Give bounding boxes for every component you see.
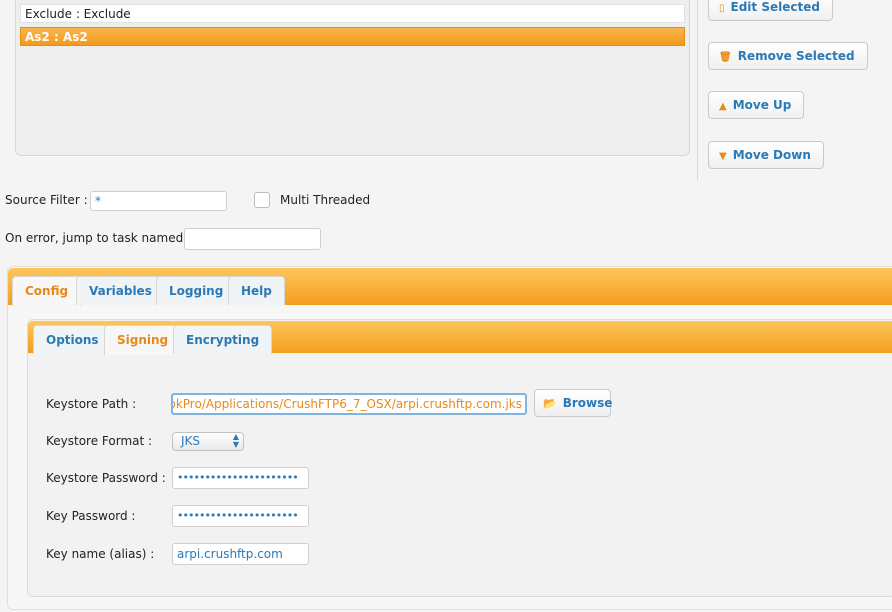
tab-logging[interactable]: Logging — [156, 276, 237, 305]
triangle-down-icon: ▼ — [719, 151, 727, 162]
key-name-input[interactable]: arpi.crushftp.com — [172, 543, 309, 565]
move-down-label: Move Down — [732, 148, 811, 162]
tab-config[interactable]: Config — [12, 276, 82, 306]
list-item-selected[interactable]: As2 : As2 — [20, 27, 685, 46]
folder-icon: 📂 — [543, 397, 557, 410]
tab-help[interactable]: Help — [228, 276, 285, 305]
tab-options[interactable]: Options — [33, 325, 112, 354]
keystore-format-value: JKS — [181, 434, 201, 448]
browse-label: Browse — [562, 396, 613, 410]
tab-variables[interactable]: Variables — [76, 276, 165, 305]
document-icon: ▯ — [719, 3, 725, 14]
move-up-label: Move Up — [732, 98, 792, 112]
source-filter-input[interactable]: * — [90, 191, 227, 211]
keystore-password-input[interactable]: •••••••••••••••••••••• — [172, 467, 309, 489]
multi-threaded-checkbox[interactable] — [254, 192, 270, 208]
list-item[interactable]: Exclude : Exclude — [20, 4, 685, 23]
key-name-label: Key name (alias) : — [46, 547, 155, 561]
source-filter-label: Source Filter : — [5, 193, 88, 207]
keystore-path-input[interactable]: BookPro/Applications/CrushFTP6_7_OSX/arp… — [171, 393, 527, 415]
keystore-password-label: Keystore Password : — [46, 471, 166, 485]
multi-threaded-label: Multi Threaded — [280, 193, 371, 207]
on-error-label: On error, jump to task named : — [5, 231, 192, 245]
edit-selected-label: Edit Selected — [730, 0, 820, 14]
keystore-path-label: Keystore Path : — [46, 397, 137, 411]
signing-panel — [27, 319, 892, 597]
move-down-button[interactable]: ▼ Move Down — [708, 141, 824, 169]
keystore-format-label: Keystore Format : — [46, 434, 153, 448]
keystore-format-select[interactable]: JKS ▲ ▼ — [172, 432, 244, 451]
updown-arrows-icon: ▲ ▼ — [232, 432, 239, 449]
browse-button[interactable]: 📂 Browse — [534, 389, 613, 417]
tab-signing[interactable]: Signing — [104, 325, 182, 355]
remove-selected-button[interactable]: 🗑 Remove Selected — [708, 42, 868, 70]
keystore-path-value: BookPro/Applications/CrushFTP6_7_OSX/arp… — [171, 397, 522, 411]
on-error-input[interactable] — [184, 228, 321, 250]
key-password-input[interactable]: •••••••••••••••••••••• — [172, 505, 309, 527]
key-password-label: Key Password : — [46, 509, 136, 523]
tab-encrypting[interactable]: Encrypting — [173, 325, 273, 354]
vertical-divider — [697, 0, 698, 180]
trash-icon: 🗑 — [719, 52, 732, 63]
edit-selected-button[interactable]: ▯ Edit Selected — [708, 0, 833, 21]
triangle-up-icon: ▲ — [719, 101, 727, 112]
rules-list[interactable]: Exclude : Exclude As2 : As2 — [15, 0, 690, 156]
remove-selected-label: Remove Selected — [737, 49, 855, 63]
move-up-button[interactable]: ▲ Move Up — [708, 91, 805, 119]
